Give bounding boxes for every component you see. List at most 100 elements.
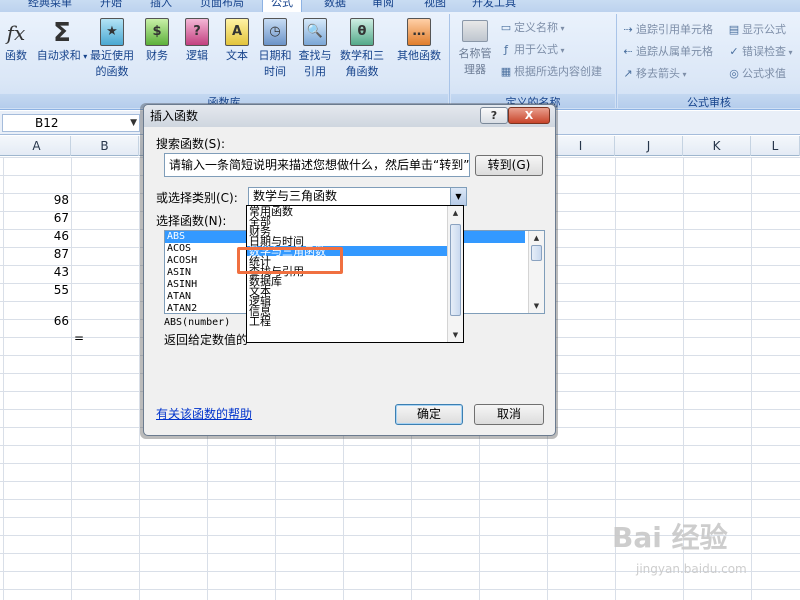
help-button[interactable]: ?	[480, 107, 508, 124]
category-option[interactable]: 工程	[247, 316, 463, 328]
name-manager-label: 名称管理器	[458, 47, 492, 76]
cell[interactable]: 46	[9, 227, 69, 245]
recent-functions-label: 最近使用的函数	[90, 49, 134, 78]
define-name-button[interactable]: ▭ 定义名称 ▾	[500, 20, 565, 36]
more-book-icon: …	[407, 18, 431, 46]
text-book-icon: A	[225, 18, 249, 46]
dialog-title: 插入函数	[150, 109, 199, 123]
magnifier-book-icon: 🔍	[303, 18, 327, 46]
lookup-reference-label: 查找与引用	[298, 49, 332, 78]
function-help-link[interactable]: 有关该函数的帮助	[156, 405, 252, 422]
category-option[interactable]: 逻辑	[247, 296, 463, 308]
remove-arrows-icon: ↗	[623, 67, 633, 80]
table-icon: ▦	[500, 65, 512, 78]
go-button[interactable]: 转到(G)	[475, 155, 543, 176]
date-time-button[interactable]: ◷ 日期和时间	[256, 18, 294, 80]
function-list-scrollbar[interactable]: ▲ ▼	[528, 231, 544, 313]
logical-button[interactable]: ? 逻辑	[180, 18, 214, 64]
trace-dependents-label: 追踪从属单元格	[636, 45, 713, 58]
theta-book-icon: θ	[350, 18, 374, 46]
name-manager-button[interactable]: 名称管理器	[454, 20, 496, 78]
tab-developer[interactable]: 开发工具	[472, 0, 516, 12]
category-option[interactable]: 数据库	[247, 276, 463, 288]
show-formulas-button[interactable]: ▤ 显示公式	[728, 22, 786, 38]
scroll-thumb[interactable]	[450, 224, 461, 316]
trace-precedents-icon: ⇢	[623, 23, 633, 36]
tab-home[interactable]: 开始	[100, 0, 122, 12]
cell[interactable]: 66	[9, 312, 69, 330]
ok-button[interactable]: 确定	[395, 404, 463, 425]
name-box[interactable]: B12 ▼	[2, 114, 140, 132]
category-select[interactable]: 数学与三角函数 ▼	[248, 187, 467, 206]
search-input[interactable]: 请输入一条简短说明来描述您想做什么，然后单击“转到”	[164, 153, 470, 177]
sigma-icon: Σ	[53, 18, 71, 48]
create-from-selection-button[interactable]: ▦ 根据所选内容创建	[500, 64, 602, 80]
text-label: 文本	[226, 49, 248, 62]
cell[interactable]: 55	[9, 281, 69, 299]
column-header[interactable]: A	[3, 136, 71, 156]
cell[interactable]: 87	[9, 245, 69, 263]
cell[interactable]: 43	[9, 263, 69, 281]
tab-formulas[interactable]: 公式	[262, 0, 302, 12]
tab-page-layout[interactable]: 页面布局	[200, 0, 244, 12]
category-option[interactable]: 常用函数	[247, 206, 463, 218]
cancel-button[interactable]: 取消	[474, 404, 544, 425]
error-check-icon: ✓	[729, 45, 739, 58]
cell[interactable]: 67	[9, 209, 69, 227]
tab-view[interactable]: 视图	[424, 0, 446, 12]
tab-data[interactable]: 数据	[324, 0, 346, 12]
more-functions-button[interactable]: … 其他函数	[392, 18, 446, 64]
watermark-url: jingyan.baidu.com	[636, 562, 747, 576]
use-in-formula-button[interactable]: ƒ 用于公式 ▾	[500, 42, 565, 58]
remove-arrows-label: 移去箭头	[636, 67, 680, 80]
category-option[interactable]: 信息	[247, 306, 463, 318]
category-dropdown-list[interactable]: 常用函数 全部 财务 日期与时间 数学与三角函数 统计 查找与引用 数据库 文本…	[246, 205, 464, 343]
active-cell-formula[interactable]: =	[74, 329, 134, 347]
recent-functions-button[interactable]: ★ 最近使用的函数	[88, 18, 136, 80]
column-header[interactable]: K	[683, 136, 751, 156]
autosum-button[interactable]: Σ 自动求和 ▾	[36, 18, 88, 65]
column-header[interactable]: J	[615, 136, 683, 156]
category-label: 或选择类别(C):	[156, 191, 238, 205]
text-button[interactable]: A 文本	[220, 18, 254, 64]
tab-classic-menu[interactable]: 经典菜单	[28, 0, 72, 12]
trace-dependents-button[interactable]: ⇠ 追踪从属单元格	[622, 44, 713, 60]
insert-function-button[interactable]: fx 函数	[0, 18, 32, 64]
trace-precedents-label: 追踪引用单元格	[636, 23, 713, 36]
column-header[interactable]: L	[751, 136, 800, 156]
scroll-down-icon[interactable]: ▼	[529, 299, 544, 313]
scroll-thumb[interactable]	[531, 245, 542, 261]
lookup-reference-button[interactable]: 🔍 查找与引用	[296, 18, 334, 80]
tab-insert[interactable]: 插入	[150, 0, 172, 12]
autosum-label: 自动求和	[36, 49, 81, 62]
fx-icon: fx	[6, 21, 26, 45]
evaluate-icon: ◎	[729, 67, 739, 80]
scroll-up-icon[interactable]: ▲	[529, 231, 544, 245]
name-box-value: B12	[35, 116, 59, 130]
financial-button[interactable]: $ 财务	[140, 18, 174, 64]
tab-review[interactable]: 审阅	[372, 0, 394, 12]
financial-label: 财务	[146, 49, 168, 62]
column-header[interactable]: B	[71, 136, 139, 156]
function-description: 返回给定数值的绝对值，即不带符号的数值	[164, 333, 248, 347]
calendar-book-icon: ◷	[263, 18, 287, 46]
dropdown-scrollbar[interactable]: ▲ ▼	[447, 206, 463, 342]
error-checking-button[interactable]: ✓ 错误检查 ▾	[728, 44, 792, 60]
select-function-label: 选择函数(N):	[156, 214, 227, 228]
chevron-down-icon[interactable]: ▼	[450, 188, 466, 205]
dialog-title-bar[interactable]: 插入函数 ? X	[144, 105, 555, 127]
define-name-label: 定义名称	[514, 21, 558, 34]
use-in-formula-label: 用于公式	[514, 43, 558, 56]
annotation-highlight-box	[237, 247, 343, 274]
remove-arrows-button[interactable]: ↗ 移去箭头 ▾	[622, 66, 686, 82]
scroll-up-icon[interactable]: ▲	[448, 206, 463, 220]
trace-precedents-button[interactable]: ⇢ 追踪引用单元格	[622, 22, 713, 38]
function-signature: ABS(number)	[164, 317, 231, 328]
cell[interactable]: 98	[9, 191, 69, 209]
math-trig-button[interactable]: θ 数学和三角函数	[336, 18, 388, 80]
scroll-down-icon[interactable]: ▼	[448, 328, 463, 342]
evaluate-formula-button[interactable]: ◎ 公式求值	[728, 66, 786, 82]
show-formulas-label: 显示公式	[742, 23, 786, 36]
close-button[interactable]: X	[508, 107, 550, 124]
chevron-down-icon[interactable]: ▼	[130, 115, 137, 131]
